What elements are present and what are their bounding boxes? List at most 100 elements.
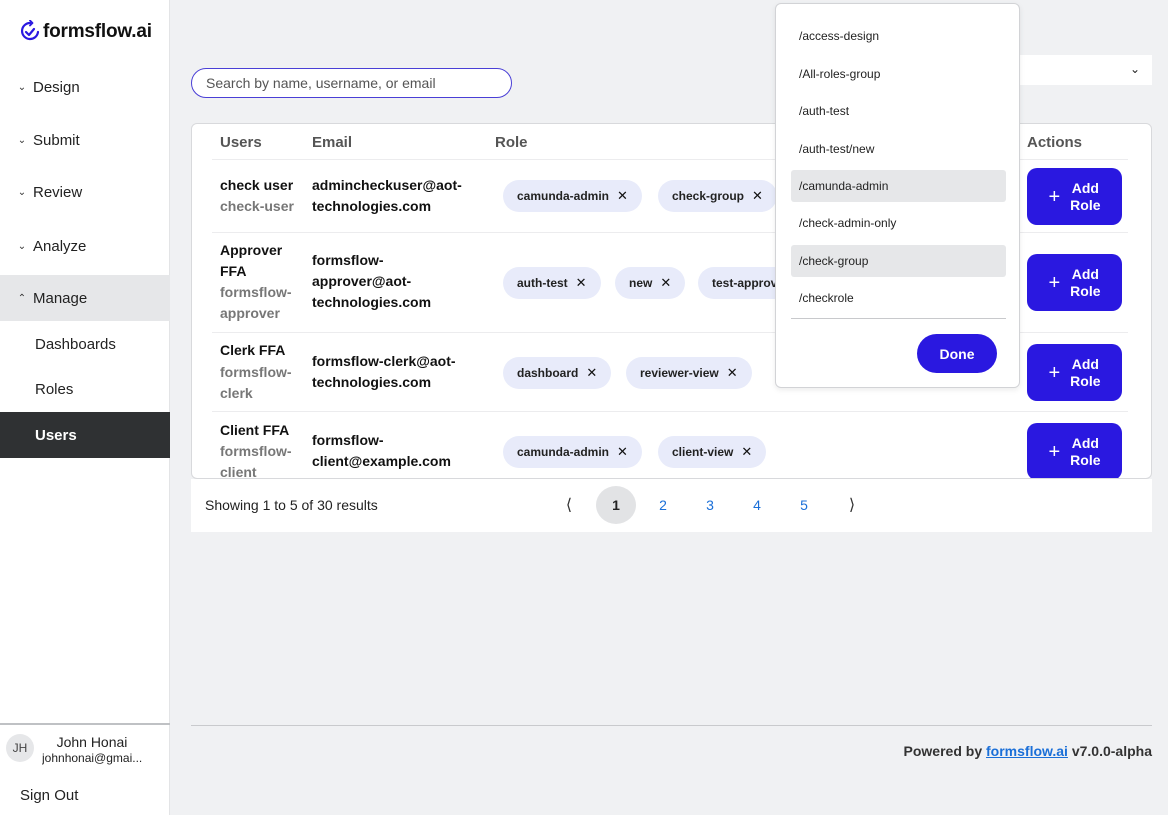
remove-role-icon[interactable]: ✕: [617, 444, 628, 460]
nav-design[interactable]: ⌄ Design: [0, 64, 170, 110]
role-option[interactable]: /auth-test: [791, 95, 1006, 127]
role-chip: camunda-admin ✕: [503, 436, 642, 468]
chevron-down-icon: ⌄: [17, 240, 27, 252]
page-button[interactable]: 3: [690, 486, 730, 524]
plus-icon: +: [1048, 440, 1061, 463]
remove-role-icon[interactable]: ✕: [576, 275, 587, 291]
add-role-button[interactable]: + Add Role: [1027, 254, 1122, 311]
role-chip: new ✕: [615, 267, 686, 299]
role-option[interactable]: /All-roles-group: [791, 58, 1006, 90]
page-button[interactable]: 5: [784, 486, 824, 524]
role-chip-label: new: [629, 276, 653, 290]
formsflow-link[interactable]: formsflow.ai: [986, 743, 1068, 759]
plus-icon: +: [1048, 271, 1061, 294]
col-header-role: Role: [495, 134, 528, 151]
add-role-label: Add Role: [1070, 355, 1101, 389]
app-name: formsflow.ai: [43, 21, 152, 42]
add-role-button[interactable]: + Add Role: [1027, 344, 1122, 401]
add-role-label: Add Role: [1070, 434, 1101, 468]
role-chip-label: camunda-admin: [517, 445, 610, 459]
page-button[interactable]: 2: [643, 486, 683, 524]
role-chip: camunda-admin ✕: [503, 180, 642, 212]
formsflow-logo-icon: [21, 20, 40, 41]
user-display-name: check user: [220, 177, 294, 193]
role-option-selected[interactable]: /check-group: [791, 245, 1006, 277]
col-header-email: Email: [312, 134, 353, 151]
role-chip-label: auth-test: [517, 276, 568, 290]
user-handle: check-user: [220, 198, 294, 214]
remove-role-icon[interactable]: ✕: [586, 365, 597, 381]
role-chip: dashboard ✕: [503, 357, 612, 389]
role-option[interactable]: /access-design: [791, 20, 1006, 52]
role-option[interactable]: /check-admin-only: [791, 207, 1006, 239]
chevron-down-icon: ⌄: [17, 81, 27, 93]
role-chip: client-view ✕: [658, 436, 767, 468]
sign-out-link[interactable]: Sign Out: [20, 787, 78, 804]
results-summary: Showing 1 to 5 of 30 results: [205, 497, 378, 513]
sidebar: formsflow.ai ⌄ Design ⌄ Submit ⌄ Review …: [0, 0, 170, 815]
nav-submit[interactable]: ⌄ Submit: [0, 117, 170, 163]
add-role-label: Add Role: [1070, 179, 1101, 213]
remove-role-icon[interactable]: ✕: [727, 365, 738, 381]
user-display-name: Approver FFA: [220, 242, 283, 279]
nav-submit-label: Submit: [33, 131, 80, 149]
nav-review[interactable]: ⌄ Review: [0, 169, 170, 215]
user-handle: formsflow-clerk: [220, 364, 292, 401]
role-dropdown: /access-design /All-roles-group /auth-te…: [775, 3, 1020, 388]
add-role-button[interactable]: + Add Role: [1027, 423, 1122, 478]
nav-manage[interactable]: ⌃ Manage: [0, 275, 170, 321]
pagination-bar: Showing 1 to 5 of 30 results ⟨ 1 2 3 4 5…: [191, 479, 1152, 532]
remove-role-icon[interactable]: ✕: [752, 188, 763, 204]
nav-design-label: Design: [33, 78, 80, 96]
role-chip: check-group ✕: [658, 180, 777, 212]
page-button[interactable]: 1: [596, 486, 636, 524]
role-chip: reviewer-view ✕: [626, 357, 752, 389]
nav-analyze[interactable]: ⌄ Analyze: [0, 223, 170, 269]
prev-page-button[interactable]: ⟨: [549, 486, 589, 524]
nav-roles[interactable]: Roles: [0, 366, 170, 412]
user-handle: formsflow-client: [220, 443, 292, 479]
role-chip-label: camunda-admin: [517, 189, 610, 203]
user-handle: formsflow-approver: [220, 284, 292, 321]
nav-users[interactable]: Users: [0, 412, 170, 458]
col-header-users: Users: [220, 134, 262, 151]
user-name: John Honai: [56, 734, 128, 750]
app-logo[interactable]: formsflow.ai: [20, 20, 152, 44]
role-option-selected[interactable]: /camunda-admin: [791, 170, 1006, 202]
plus-icon: +: [1048, 185, 1061, 208]
add-role-button[interactable]: + Add Role: [1027, 168, 1122, 225]
remove-role-icon[interactable]: ✕: [617, 188, 628, 204]
user-email-cell: formsflow- client@example.com: [312, 432, 451, 469]
user-email-cell: formsflow-clerk@aot- technologies.com: [312, 353, 456, 390]
user-email-cell: formsflow- approver@aot- technologies.co…: [312, 252, 432, 310]
role-chip-label: client-view: [672, 445, 734, 459]
powered-by-prefix: Powered by: [903, 743, 983, 759]
search-input[interactable]: [191, 68, 512, 98]
nav-review-label: Review: [33, 183, 83, 201]
next-page-button[interactable]: ⟩: [832, 486, 872, 524]
version-label: v7.0.0-alpha: [1071, 743, 1152, 759]
user-email: johnhonai@gmai...: [42, 751, 143, 765]
role-option[interactable]: /checkrole: [791, 282, 1006, 314]
chevron-down-icon: ⌄: [17, 186, 27, 198]
role-chip-label: reviewer-view: [640, 366, 719, 380]
remove-role-icon[interactable]: ✕: [741, 444, 752, 460]
page-button[interactable]: 4: [737, 486, 777, 524]
avatar[interactable]: JH: [6, 734, 34, 762]
done-button[interactable]: Done: [917, 334, 997, 373]
col-header-actions: Actions: [1027, 134, 1083, 151]
user-display-name: Clerk FFA: [220, 342, 286, 358]
remove-role-icon[interactable]: ✕: [660, 275, 671, 291]
role-option[interactable]: /auth-test/new: [791, 133, 1006, 165]
filter-select[interactable]: ⌄: [1015, 55, 1152, 85]
row-divider: [212, 411, 1128, 412]
email-line: technologies.com: [312, 198, 432, 214]
role-chip-label: check-group: [672, 189, 745, 203]
nav-dashboards[interactable]: Dashboards: [0, 321, 170, 367]
nav-manage-label: Manage: [33, 289, 88, 307]
chevron-down-icon: ⌄: [1129, 62, 1140, 76]
add-role-label: Add Role: [1070, 265, 1101, 299]
nav-analyze-label: Analyze: [33, 237, 87, 255]
user-email-cell: admincheckuser@aot- technologies.com: [312, 175, 487, 217]
role-chip-label: dashboard: [517, 366, 579, 380]
